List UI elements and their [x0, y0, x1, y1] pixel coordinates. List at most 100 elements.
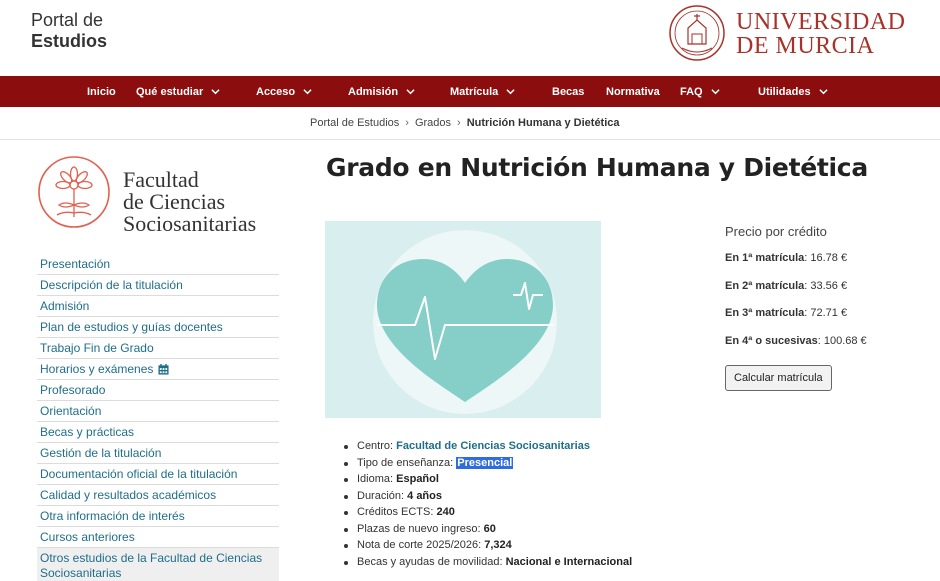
calcular-matricula-button[interactable]: Calcular matrícula: [725, 365, 832, 391]
info-plazas-value: 60: [483, 522, 496, 535]
portal-title-line1: Portal de: [31, 10, 104, 30]
info-nota-corte-value: 7,324: [484, 539, 512, 551]
nav-item-inicio[interactable]: Inicio: [87, 76, 116, 107]
top-header: Portal de Estudios UNIVERSIDAD DE MURCIA: [0, 0, 940, 76]
info-label: Idioma:: [357, 473, 397, 485]
chevron-down-icon: [818, 89, 828, 95]
chevron-right-icon: ›: [405, 117, 409, 129]
price-row: En 1ª matrícula: 16.78 €: [725, 252, 925, 280]
faculty-emblem-icon: [38, 156, 110, 228]
sidebar-item-orientacion[interactable]: Orientación: [37, 401, 279, 422]
info-movilidad: Becas y ayudas de movilidad: Nacional e …: [342, 554, 632, 571]
info-nota-corte: Nota de corte 2025/2026: 7,324: [342, 537, 632, 554]
sidebar-menu: Presentación Descripción de la titulació…: [37, 254, 279, 581]
price-title: Precio por crédito: [725, 224, 827, 239]
chevron-down-icon: [506, 89, 515, 95]
info-duracion: Duración: 4 años: [342, 488, 632, 505]
hero-image: [325, 221, 601, 418]
info-creditos: Créditos ECTS: 240: [342, 504, 632, 521]
university-logo[interactable]: UNIVERSIDAD DE MURCIA: [668, 4, 928, 62]
nav-item-label: Becas: [552, 85, 585, 98]
heart-pulse-icon: [373, 230, 557, 414]
info-idioma: Idioma: Español: [342, 471, 632, 488]
portal-title[interactable]: Portal de Estudios: [31, 10, 107, 52]
price-value: : 72.71 €: [804, 307, 848, 319]
price-value: : 100.68 €: [817, 334, 867, 347]
breadcrumb: Portal de Estudios › Grados › Nutrición …: [0, 107, 940, 140]
nav-item-normativa[interactable]: Normativa: [606, 76, 660, 107]
nav-item-label: Utilidades: [758, 85, 811, 98]
nav-item-label: Qué estudiar: [136, 85, 204, 98]
sidebar-item-horarios[interactable]: Horarios y exámenes: [37, 359, 279, 380]
nav-item-label: Matrícula: [450, 85, 499, 98]
sidebar-item-becas[interactable]: Becas y prácticas: [37, 422, 279, 443]
sidebar-item-descripcion[interactable]: Descripción de la titulación: [37, 275, 279, 296]
price-box: Precio por crédito En 1ª matrícula: 16.7…: [725, 224, 925, 391]
sidebar-item-documentacion[interactable]: Documentación oficial de la titulación: [37, 464, 279, 485]
nav-item-label: FAQ: [680, 85, 703, 98]
page-title: Grado en Nutrición Humana y Dietética: [326, 153, 868, 182]
nav-item-label: Acceso: [256, 85, 296, 98]
sidebar-item-calidad[interactable]: Calidad y resultados académicos: [37, 485, 279, 506]
info-plazas: Plazas de nuevo ingreso: 60: [342, 521, 632, 538]
sidebar-item-cursos-anteriores[interactable]: Cursos anteriores: [37, 527, 279, 548]
nav-item-label: Normativa: [606, 85, 660, 98]
chevron-down-icon: [711, 89, 720, 95]
degree-info-list: Centro: Facultad de Ciencias Sociosanita…: [342, 438, 632, 570]
price-row: En 4ª o sucesivas: 100.68 €: [725, 335, 925, 363]
info-creditos-value: 240: [436, 506, 455, 518]
info-label: Tipo de enseñanza:: [357, 456, 457, 469]
chevron-down-icon: [406, 89, 415, 95]
main-nav: Inicio Qué estudiar Acceso Admisión Matr…: [0, 76, 940, 107]
faculty-name-line3: Sociosanitarias: [123, 211, 257, 236]
breadcrumb-link-grados[interactable]: Grados: [415, 117, 451, 129]
sidebar-item-tfg[interactable]: Trabajo Fin de Grado: [37, 338, 279, 359]
faculty-name: Facultad de Ciencias Sociosanitarias: [123, 169, 256, 235]
portal-title-line2: Estudios: [31, 31, 108, 51]
sidebar-item-otra-info[interactable]: Otra información de interés: [37, 506, 279, 527]
info-movilidad-value: Nacional e Internacional: [505, 555, 633, 568]
sidebar-item-profesorado[interactable]: Profesorado: [37, 380, 279, 401]
sidebar-item-label: Horarios y exámenes: [40, 362, 154, 376]
nav-item-acceso[interactable]: Acceso: [256, 76, 312, 107]
info-duracion-value: 4 años: [407, 489, 442, 502]
info-label: Becas y ayudas de movilidad:: [357, 555, 506, 568]
nav-item-becas[interactable]: Becas: [552, 76, 584, 107]
sidebar-item-admision[interactable]: Admisión: [37, 296, 279, 317]
info-label: Créditos ECTS:: [357, 506, 437, 518]
price-value: : 33.56 €: [804, 279, 848, 292]
nav-item-label: Inicio: [87, 85, 116, 98]
faculty-name-line2: de Ciencias: [123, 189, 226, 214]
info-tipo-value: Presencial: [456, 456, 514, 469]
nav-item-que-estudiar[interactable]: Qué estudiar: [136, 76, 220, 107]
info-centro: Centro: Facultad de Ciencias Sociosanita…: [342, 438, 632, 455]
price-label: En 4ª o sucesivas: [725, 334, 818, 347]
university-wordmark-line2: DE MURCIA: [736, 33, 875, 59]
nav-item-matricula[interactable]: Matrícula: [450, 76, 515, 107]
price-label: En 2ª matrícula: [725, 279, 805, 292]
price-label: En 3ª matrícula: [725, 307, 805, 319]
info-label: Centro:: [357, 440, 397, 452]
info-label: Plazas de nuevo ingreso:: [357, 522, 484, 535]
faculty-logo[interactable]: Facultad de Ciencias Sociosanitarias: [37, 155, 282, 245]
faculty-name-line1: Facultad: [123, 167, 199, 192]
info-label: Duración:: [357, 489, 408, 502]
breadcrumb-link-portal[interactable]: Portal de Estudios: [310, 117, 399, 129]
nav-item-label: Admisión: [348, 85, 399, 98]
sidebar-item-gestion[interactable]: Gestión de la titulación: [37, 443, 279, 464]
nav-item-utilidades[interactable]: Utilidades: [758, 76, 828, 107]
university-seal-icon: [669, 5, 725, 61]
sidebar-item-otros-estudios[interactable]: Otros estudios de la Facultad de Ciencia…: [37, 548, 279, 581]
sidebar-item-plan-estudios[interactable]: Plan de estudios y guías docentes: [37, 317, 279, 338]
price-value: : 16.78 €: [804, 252, 848, 264]
breadcrumb-current: Nutrición Humana y Dietética: [466, 117, 620, 129]
sidebar-item-presentacion[interactable]: Presentación: [37, 254, 279, 275]
info-centro-link[interactable]: Facultad de Ciencias Sociosanitarias: [396, 440, 590, 452]
info-idioma-value: Español: [396, 473, 439, 485]
nav-item-faq[interactable]: FAQ: [680, 76, 720, 107]
nav-item-admision[interactable]: Admisión: [348, 76, 415, 107]
chevron-right-icon: ›: [457, 117, 461, 129]
price-row: En 2ª matrícula: 33.56 €: [725, 280, 925, 308]
university-wordmark-line1: UNIVERSIDAD: [736, 9, 906, 35]
info-tipo: Tipo de enseñanza: Presencial: [342, 455, 632, 472]
